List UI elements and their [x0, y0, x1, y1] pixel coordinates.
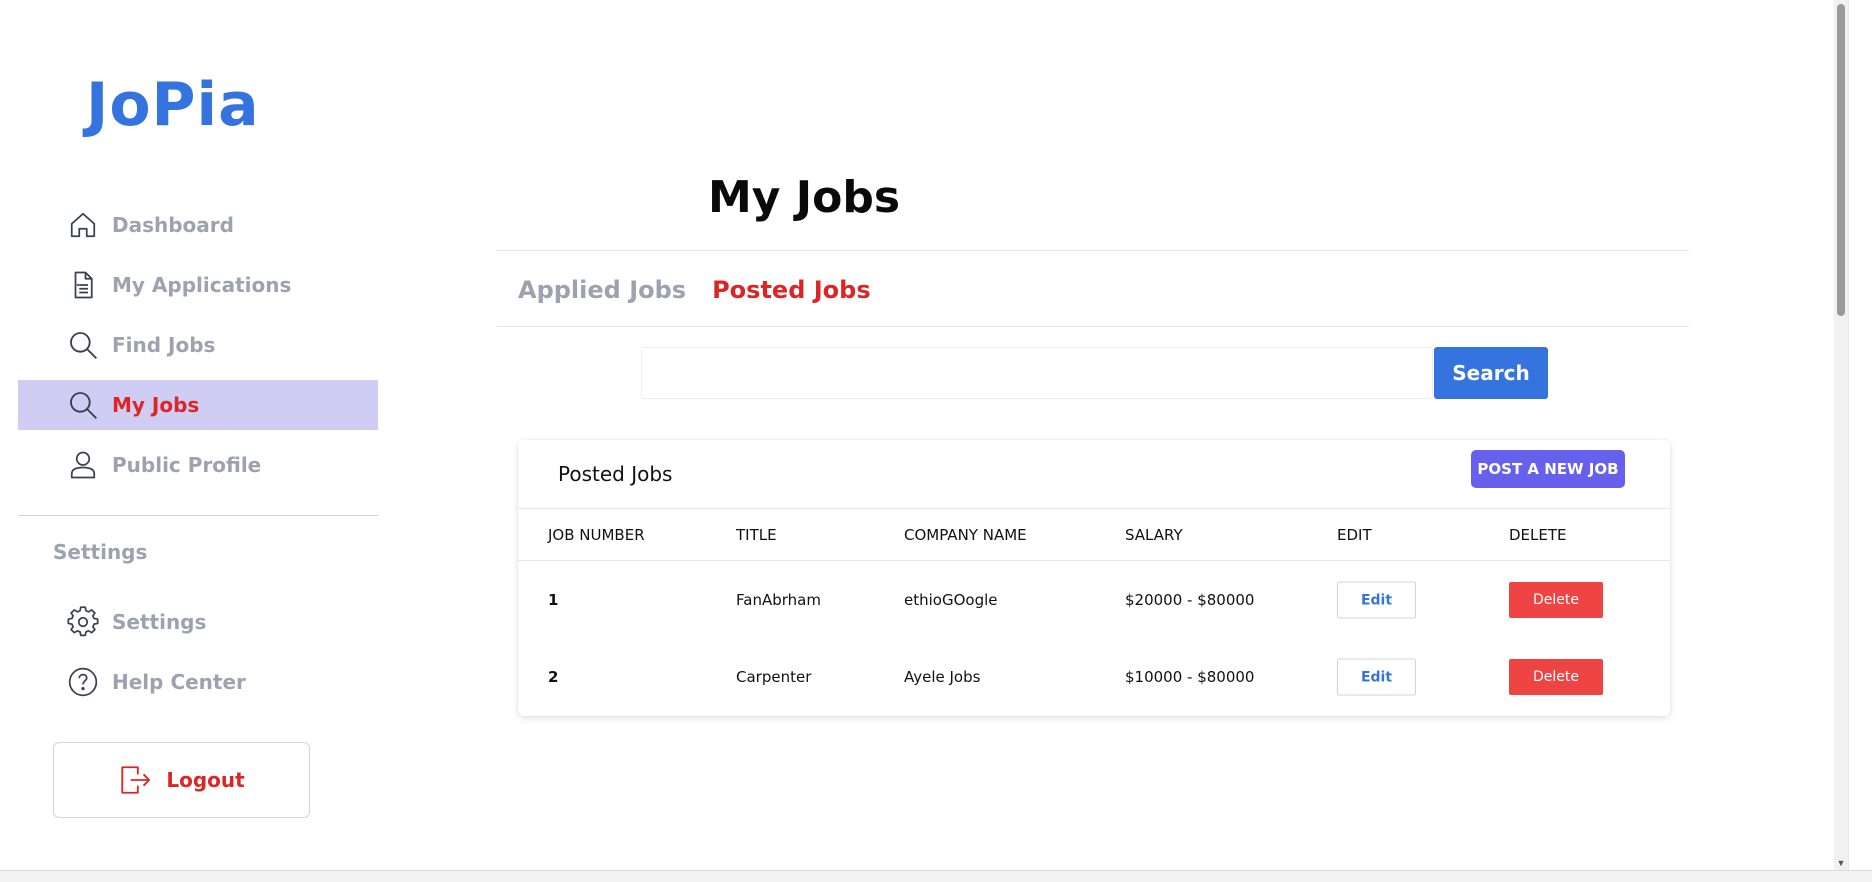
document-icon — [66, 268, 100, 302]
sidebar-item-label: My Applications — [112, 273, 292, 297]
tab-posted-jobs[interactable]: Posted Jobs — [712, 276, 871, 304]
logout-button[interactable]: Logout — [53, 742, 310, 818]
company-name: ethioGOogle — [904, 591, 998, 609]
tab-applied-jobs[interactable]: Applied Jobs — [518, 276, 686, 304]
delete-button[interactable]: Delete — [1509, 659, 1603, 695]
posted-jobs-card: Posted Jobs POST A NEW JOB JOB NUMBER TI… — [518, 440, 1670, 716]
sidebar-item-help-center[interactable]: Help Center — [18, 657, 378, 707]
tabs-divider — [497, 326, 1689, 327]
sidebar-item-label: Find Jobs — [112, 333, 216, 357]
scrollbar-thumb[interactable] — [1837, 4, 1845, 316]
scroll-down-arrow-icon[interactable]: ▼ — [1836, 858, 1846, 868]
sidebar-item-label: Public Profile — [112, 453, 262, 477]
help-circle-icon — [66, 665, 100, 699]
sidebar-item-my-applications[interactable]: My Applications — [18, 260, 378, 310]
app-logo[interactable]: JoPia — [86, 70, 260, 140]
search-input[interactable] — [641, 347, 1433, 399]
sidebar-item-label: Dashboard — [112, 213, 234, 237]
column-header: JOB NUMBER — [548, 526, 645, 544]
job-title: Carpenter — [736, 668, 812, 686]
job-number: 2 — [548, 668, 559, 686]
search-button[interactable]: Search — [1434, 347, 1548, 399]
search-icon — [66, 388, 100, 422]
home-icon — [66, 208, 100, 242]
salary: $20000 - $80000 — [1125, 591, 1255, 609]
user-icon — [66, 448, 100, 482]
company-name: Ayele Jobs — [904, 668, 981, 686]
sidebar-item-dashboard[interactable]: Dashboard — [18, 200, 378, 250]
edit-button[interactable]: Edit — [1337, 581, 1416, 619]
column-header: COMPANY NAME — [904, 526, 1027, 544]
page-title: My Jobs — [708, 172, 901, 223]
card-title: Posted Jobs — [558, 462, 673, 486]
vertical-scrollbar[interactable]: ▼ — [1834, 0, 1848, 870]
settings-heading: Settings — [53, 540, 148, 564]
sidebar-item-my-jobs[interactable]: My Jobs — [18, 380, 378, 430]
side-panel-strip — [1848, 0, 1872, 870]
job-number: 1 — [548, 591, 559, 609]
card-header-divider — [518, 508, 1670, 509]
post-new-job-button[interactable]: POST A NEW JOB — [1471, 450, 1625, 488]
logout-label: Logout — [166, 768, 245, 792]
column-header: EDIT — [1337, 526, 1372, 544]
sidebar: JoPia Dashboard My Applications Find Job… — [0, 0, 400, 870]
delete-button[interactable]: Delete — [1509, 582, 1603, 618]
gear-icon — [66, 605, 100, 639]
table-row: 1 FanAbrham ethioGOogle $20000 - $80000 … — [518, 565, 1670, 635]
column-header: TITLE — [736, 526, 777, 544]
bottom-bar — [0, 870, 1872, 882]
column-header: DELETE — [1509, 526, 1567, 544]
title-divider — [497, 250, 1689, 251]
sidebar-item-label: Settings — [112, 610, 207, 634]
logout-icon — [118, 763, 152, 797]
sidebar-item-label: My Jobs — [112, 393, 200, 417]
sidebar-item-find-jobs[interactable]: Find Jobs — [18, 320, 378, 370]
sidebar-item-public-profile[interactable]: Public Profile — [18, 440, 378, 490]
column-header-divider — [518, 560, 1670, 561]
job-title: FanAbrham — [736, 591, 821, 609]
table-row: 2 Carpenter Ayele Jobs $10000 - $80000 E… — [518, 642, 1670, 712]
column-header: SALARY — [1125, 526, 1183, 544]
search-icon — [66, 328, 100, 362]
job-tabs: Applied Jobs Posted Jobs — [518, 276, 871, 304]
sidebar-item-label: Help Center — [112, 670, 246, 694]
salary: $10000 - $80000 — [1125, 668, 1255, 686]
edit-button[interactable]: Edit — [1337, 658, 1416, 696]
sidebar-divider — [18, 515, 378, 516]
sidebar-item-settings[interactable]: Settings — [18, 597, 378, 647]
